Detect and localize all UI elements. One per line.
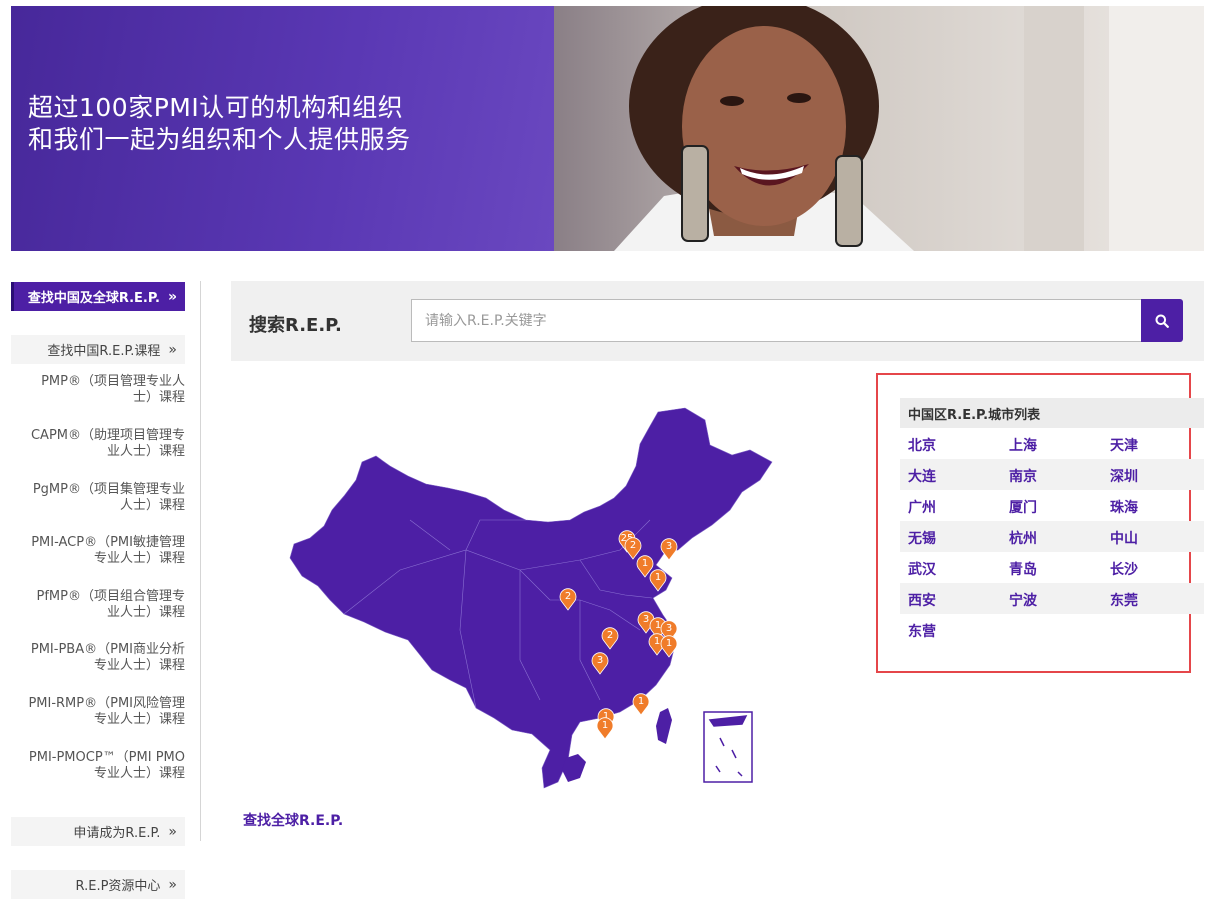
map-marker-count: 1 (655, 620, 661, 631)
city-link-xiamen[interactable]: 厦门 (1009, 497, 1037, 517)
course-line: 业人士）课程 (106, 444, 185, 459)
city-link-ningbo[interactable]: 宁波 (1009, 590, 1037, 610)
map-marker-count: 1 (602, 720, 608, 731)
course-line: PfMP®（项目组合管理专 (36, 589, 185, 604)
sidebar-item-label: 查找中国R.E.P.课程 (47, 344, 161, 359)
china-mainland-shape (289, 407, 773, 789)
search-title: 搜索R.E.P. (249, 315, 342, 336)
city-link-qingdao[interactable]: 青岛 (1009, 559, 1037, 579)
course-line: PMI-PMOCP™（PMI PMO (28, 750, 185, 765)
chevron-right-icon: » (167, 288, 177, 305)
course-line: 士）课程 (132, 390, 185, 405)
course-line: 专业人士）课程 (93, 766, 185, 781)
map-marker-count: 1 (666, 638, 672, 649)
city-link-wuxi[interactable]: 无锡 (908, 528, 936, 548)
city-row: 北京 上海 天津 (900, 428, 1204, 459)
map-marker-count: 2 (607, 630, 613, 641)
sidebar-item-find-rep[interactable]: 查找中国及全球R.E.P. » (11, 282, 185, 311)
find-global-rep-link[interactable]: 查找全球R.E.P. (243, 810, 343, 830)
course-line: 业人士）课程 (106, 605, 185, 620)
sidebar-course-pmi-acp[interactable]: PMI-ACP®（PMI敏捷管理 专业人士）课程 (8, 535, 185, 567)
map-marker-count: 2 (565, 591, 571, 602)
city-link-dongguan[interactable]: 东莞 (1110, 590, 1138, 610)
city-link-changsha[interactable]: 长沙 (1110, 559, 1138, 579)
search-panel: 搜索R.E.P. (231, 281, 1204, 361)
search-icon (1155, 314, 1169, 328)
sidebar-course-pmi-pmocp[interactable]: PMI-PMOCP™（PMI PMO 专业人士）课程 (8, 750, 185, 782)
course-line: PMI-PBA®（PMI商业分析 (30, 642, 185, 657)
hero-photo (554, 6, 1204, 251)
city-link-wuhan[interactable]: 武汉 (908, 559, 936, 579)
course-line: PgMP®（项目集管理专业 (32, 482, 185, 497)
sidebar-course-pmi-pba[interactable]: PMI-PBA®（PMI商业分析 专业人士）课程 (8, 642, 185, 674)
sidebar-item-label: 查找中国及全球R.E.P. (27, 291, 160, 306)
city-link-nanjing[interactable]: 南京 (1009, 466, 1037, 486)
course-line: PMP®（项目管理专业人 (41, 374, 185, 389)
sidebar-item-label: R.E.P资源中心 (75, 879, 161, 894)
city-row: 大连 南京 深圳 (900, 459, 1204, 490)
course-line: 人士）课程 (119, 498, 185, 513)
city-link-shanghai[interactable]: 上海 (1009, 435, 1037, 455)
city-link-beijing[interactable]: 北京 (908, 435, 936, 455)
search-button[interactable] (1141, 299, 1183, 342)
sidebar-course-capm[interactable]: CAPM®（助理项目管理专 业人士）课程 (8, 428, 185, 460)
hero-headline-line2: 和我们一起为组织和个人提供服务 (28, 125, 411, 154)
city-link-zhongshan[interactable]: 中山 (1110, 528, 1138, 548)
sidebar-item-rep-resources[interactable]: R.E.P资源中心 » (11, 870, 185, 899)
city-link-hangzhou[interactable]: 杭州 (1009, 528, 1037, 548)
sidebar-item-label: 申请成为R.E.P. (73, 826, 161, 841)
sidebar-item-find-china-courses[interactable]: 查找中国R.E.P.课程 » (11, 335, 185, 364)
sidebar-course-pmi-rmp[interactable]: PMI-RMP®（PMI风险管理 专业人士）课程 (8, 696, 185, 728)
sidebar-course-pmp[interactable]: PMP®（项目管理专业人 士）课程 (8, 374, 185, 406)
sidebar-divider (200, 281, 201, 841)
course-line: 专业人士）课程 (93, 551, 185, 566)
chevron-right-icon: » (168, 341, 177, 358)
map-marker-count: 3 (666, 541, 672, 552)
hero-headline-line1: 超过100家PMI认可的机构和组织 (28, 93, 404, 122)
course-line: 专业人士）课程 (93, 712, 185, 727)
city-list-heading: 中国区R.E.P.城市列表 (900, 398, 1204, 428)
course-line: CAPM®（助理项目管理专 (30, 428, 185, 443)
sidebar-course-pfmp[interactable]: PfMP®（项目组合管理专 业人士）课程 (8, 589, 185, 621)
sidebar-item-apply-rep[interactable]: 申请成为R.E.P. » (11, 817, 185, 846)
city-link-zhuhai[interactable]: 珠海 (1110, 497, 1138, 517)
hero-banner: 超过100家PMI认可的机构和组织 和我们一起为组织和个人提供服务 (11, 6, 1204, 251)
city-row: 无锡 杭州 中山 (900, 521, 1204, 552)
map-marker-count: 3 (597, 655, 603, 666)
map-marker-count: 1 (655, 572, 661, 583)
map-marker-count: 3 (666, 623, 672, 634)
china-map[interactable]: 252 3112231 31 13111 (280, 400, 780, 790)
city-row: 东营 (900, 614, 1204, 645)
city-link-xian[interactable]: 西安 (908, 590, 936, 610)
map-marker-count: 1 (654, 636, 660, 647)
map-marker[interactable]: 1 (632, 693, 650, 716)
course-line: 专业人士）课程 (93, 658, 185, 673)
city-link-guangzhou[interactable]: 广州 (908, 497, 936, 517)
sidebar-course-pgmp[interactable]: PgMP®（项目集管理专业 人士）课程 (8, 482, 185, 514)
search-input[interactable] (411, 299, 1143, 342)
taiwan-shape (656, 708, 672, 744)
course-line: PMI-RMP®（PMI风险管理 (28, 696, 185, 711)
map-marker[interactable]: 3 (660, 538, 678, 561)
map-marker-count: 3 (643, 614, 649, 625)
chevron-right-icon: » (168, 876, 177, 893)
city-row: 武汉 青岛 长沙 (900, 552, 1204, 583)
city-link-dongying[interactable]: 东营 (908, 621, 936, 641)
city-link-dalian[interactable]: 大连 (908, 466, 936, 486)
city-row: 西安 宁波 东莞 (900, 583, 1204, 614)
city-link-shenzhen[interactable]: 深圳 (1110, 466, 1138, 486)
city-row: 广州 厦门 珠海 (900, 490, 1204, 521)
chevron-right-icon: » (168, 823, 177, 840)
city-link-tianjin[interactable]: 天津 (1110, 435, 1138, 455)
course-line: PMI-ACP®（PMI敏捷管理 (31, 535, 185, 550)
map-marker-count: 1 (638, 696, 644, 707)
map-marker-count: 2 (630, 540, 636, 551)
map-marker[interactable]: 1 (596, 717, 614, 740)
map-marker-count: 1 (642, 558, 648, 569)
